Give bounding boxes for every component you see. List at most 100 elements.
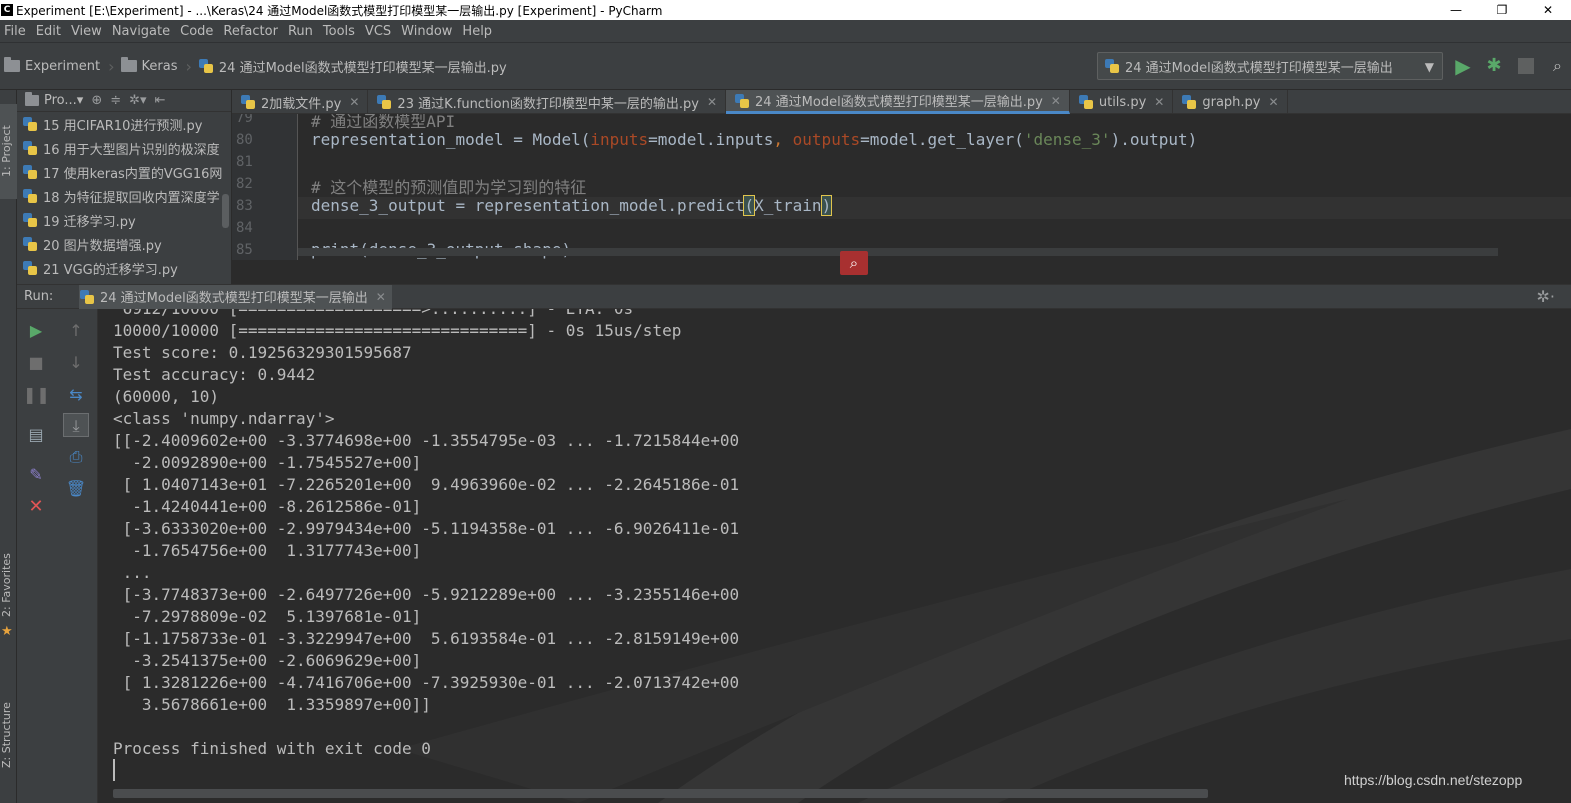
code-editor[interactable]: 79 80 81 82 83 84 85 # 通过函数模型API represe… (232, 114, 1571, 260)
tree-item[interactable]: 20 图片数据增强.py (17, 232, 231, 256)
python-file-icon (240, 94, 256, 110)
tree-item-label: 15 用CIFAR10进行预测.py (43, 118, 203, 134)
close-icon[interactable]: ✕ (376, 290, 386, 304)
menu-refactor[interactable]: Refactor (219, 24, 284, 39)
tree-item-label: 16 用于大型图片识别的极深度 (43, 142, 220, 158)
debug-bug-icon[interactable]: ✱ (1483, 55, 1505, 77)
close-icon[interactable]: ✕ (1051, 94, 1061, 108)
run-console-output[interactable]: 6912/10000 [===================>........… (98, 309, 1571, 803)
menu-navigate[interactable]: Navigate (108, 24, 176, 39)
close-window-button[interactable]: ✕ (1525, 0, 1571, 20)
editor-tab-label: graph.py (1202, 94, 1261, 110)
breadcrumb-separator: › (108, 56, 115, 76)
close-icon[interactable]: ✕ (707, 95, 717, 109)
console-line: ... (113, 563, 152, 582)
tool-tab-structure[interactable]: Z: Structure (0, 680, 17, 790)
console-horizontal-scrollbar[interactable] (113, 789, 1208, 798)
minimize-button[interactable]: — (1433, 0, 1479, 20)
hide-panel-icon[interactable]: ⇤ (155, 93, 166, 108)
tree-item-label: 19 迁移学习.py (43, 214, 136, 230)
code-token-comma: , (773, 130, 793, 149)
left-tool-strip: 1: Project 2: Favorites ★ Z: Structure (0, 90, 17, 803)
print-icon[interactable]: ⎙ (63, 445, 89, 469)
tree-item[interactable]: 18 为特征提取回收内置深度学 (17, 184, 231, 208)
editor-tab[interactable]: utils.py ✕ (1070, 90, 1174, 114)
project-view-select[interactable]: Pro...▾ (44, 93, 83, 108)
breadcrumb: Experiment › Keras › 24 通过Model函数式模型打印模型… (0, 57, 507, 76)
code-token: representation_model = Model( (311, 130, 591, 149)
text-caret (113, 759, 115, 781)
python-file-icon (376, 94, 392, 110)
line-number: 85 (236, 242, 253, 258)
close-icon[interactable]: ✕ (23, 495, 49, 519)
breadcrumb-project[interactable]: Experiment (25, 59, 100, 74)
pause-icon[interactable]: ❚❚ (23, 383, 50, 407)
tree-item[interactable]: 15 用CIFAR10进行预测.py (17, 112, 231, 136)
close-icon[interactable]: ✕ (1268, 95, 1278, 109)
menu-view[interactable]: View (67, 24, 108, 39)
gear-icon[interactable]: ✲▾ (129, 93, 146, 108)
editor-tab[interactable]: 23 通过K.function函数打印模型中某一层的输出.py ✕ (368, 90, 726, 114)
editor-tab[interactable]: graph.py ✕ (1173, 90, 1288, 114)
run-panel-header: Run: 24 通过Model函数式模型打印模型某一层输出 ✕ ✲· (17, 284, 1571, 309)
project-scrollbar[interactable] (222, 194, 229, 228)
code-token-param: outputs (792, 130, 861, 149)
breadcrumb-file[interactable]: 24 通过Model函数式模型打印模型某一层输出.py (219, 57, 507, 76)
console-line: [-3.7748373e+00 -2.6497726e+00 -5.921228… (113, 585, 740, 604)
menu-file[interactable]: File (0, 24, 32, 39)
menu-vcs[interactable]: VCS (361, 24, 397, 39)
stop-button[interactable] (1518, 58, 1534, 74)
menu-help[interactable]: Help (458, 24, 498, 39)
editor-tab-label: 2加载文件.py (261, 96, 342, 112)
line-number-gutter: 79 80 81 82 83 84 85 (232, 114, 298, 260)
editor-horizontal-scrollbar[interactable] (298, 248, 1498, 256)
dump-threads-icon[interactable]: ▤ (23, 423, 49, 447)
arrow-down-icon[interactable]: ↓ (63, 351, 89, 375)
breadcrumb-folder[interactable]: Keras (142, 59, 178, 74)
line-number: 80 (236, 132, 253, 148)
trash-icon[interactable]: 🗑 (63, 477, 89, 501)
code-line: dense_3_output = representation_model.pr… (311, 195, 833, 216)
tree-item[interactable]: 19 迁移学习.py (17, 208, 231, 232)
tree-item-label: 17 使用keras内置的VGG16网 (43, 166, 223, 182)
tool-tab-project[interactable]: 1: Project (0, 104, 17, 199)
gear-icon[interactable]: ✲· (1537, 287, 1556, 306)
close-icon[interactable]: ✕ (1154, 95, 1164, 109)
run-toolbar-primary: ▶ ■ ❚❚ ▤ ✎ ✕ (17, 309, 54, 803)
arrow-up-icon[interactable]: ↑ (63, 319, 89, 343)
menu-code[interactable]: Code (176, 24, 219, 39)
tree-item[interactable]: 16 用于大型图片识别的极深度 (17, 136, 231, 160)
code-token: ).output) (1110, 130, 1198, 149)
line-number: 84 (236, 220, 253, 236)
menu-tools[interactable]: Tools (319, 24, 361, 39)
menu-window[interactable]: Window (397, 24, 458, 39)
console-line: [-3.6333020e+00 -2.9979434e+00 -5.119435… (113, 519, 740, 538)
chevron-down-icon: ▼ (1424, 60, 1434, 74)
run-tab[interactable]: 24 通过Model函数式模型打印模型某一层输出 ✕ (79, 284, 392, 309)
soft-wrap-icon[interactable]: ⇆ (63, 383, 89, 407)
locate-target-icon[interactable]: ⊕ (91, 93, 102, 108)
collapse-all-icon[interactable]: ≑ (110, 93, 121, 108)
restore-button[interactable]: ❐ (1479, 0, 1525, 20)
python-file-icon (198, 58, 214, 74)
stop-icon[interactable]: ■ (23, 351, 49, 375)
tree-item[interactable]: 21 VGG的迁移学习.py (17, 256, 231, 280)
close-icon[interactable]: ✕ (349, 95, 359, 109)
tree-item[interactable]: 17 使用keras内置的VGG16网 (17, 160, 231, 184)
folder-icon (4, 57, 20, 72)
search-icon[interactable]: ⌕ (840, 251, 868, 275)
scroll-to-end-icon[interactable]: ⤓ (63, 413, 89, 437)
menu-edit[interactable]: Edit (32, 24, 67, 39)
pin-icon[interactable]: ✎ (23, 463, 49, 487)
editor-tab[interactable]: 2加载文件.py ✕ (232, 90, 369, 114)
menu-run[interactable]: Run (284, 24, 319, 39)
run-configuration-select[interactable]: 24 通过Model函数式模型打印模型某一层输出 ▼ (1097, 52, 1443, 80)
console-line: [-1.1758733e-01 -3.3229947e+00 5.6193584… (113, 629, 740, 648)
python-file-icon (22, 260, 38, 276)
rerun-icon[interactable]: ▶ (23, 319, 49, 343)
code-line: representation_model = Model(inputs=mode… (311, 130, 1197, 149)
editor-tab-active[interactable]: 24 通过Model函数式模型打印模型某一层输出.py ✕ (726, 90, 1070, 114)
search-icon[interactable]: ⌕ (1553, 55, 1571, 77)
run-button[interactable]: ▶ (1453, 55, 1473, 77)
console-line: Process finished with exit code 0 (113, 739, 431, 758)
